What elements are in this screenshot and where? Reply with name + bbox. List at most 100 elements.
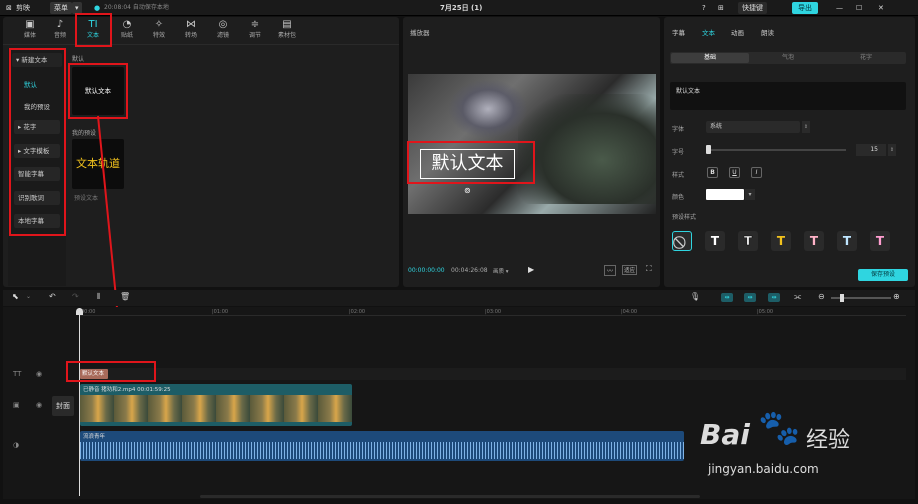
highlight-text-tab — [75, 13, 112, 47]
timeline-scrollbar[interactable] — [200, 495, 700, 498]
shortcut-button[interactable]: 快捷键 — [738, 2, 767, 14]
toolbar: ▣ 媒体 ♪ 音频 TI 文本 ◔ 贴纸 ✧ 特效 ⋈ 转场 ◎ 滤镜 ≑ 调节 ▤ 素材包 — [3, 17, 399, 45]
player-title: 播放器 — [410, 29, 430, 37]
color-dropdown-icon[interactable]: ▾ — [745, 189, 755, 200]
font-select[interactable]: 系统 — [706, 121, 800, 133]
effects-icon: ✧ — [154, 19, 164, 30]
audio-track-icon: ◑ — [13, 441, 20, 449]
tab-adjust[interactable]: ≑ 调节 — [241, 18, 269, 44]
audio-waveform — [80, 442, 684, 459]
adjust-icon: ≑ — [250, 19, 260, 30]
material-pack-icon: ▤ — [282, 19, 292, 30]
underline-button[interactable]: U — [729, 167, 740, 178]
preset-none-icon[interactable]: ⃠ — [672, 231, 692, 251]
select-tool-icon[interactable]: ⬉ — [12, 292, 19, 301]
zoom-in-icon[interactable]: ⊕ — [893, 292, 900, 301]
video-thumbnails — [80, 395, 352, 422]
waveform-icon[interactable]: 〰 — [604, 265, 617, 276]
maximize-icon[interactable]: ☐ — [856, 0, 862, 16]
preset-white-icon[interactable]: T — [705, 231, 725, 251]
audio-clip[interactable]: 流浪青年 — [80, 431, 684, 461]
preset-style-label: 预设样式 — [672, 214, 697, 221]
export-button[interactable]: 导出 — [792, 2, 818, 14]
filter-icon: ◎ — [218, 19, 228, 30]
ratio-button[interactable]: 适应 — [622, 265, 638, 275]
tick-0: 00:00 — [81, 309, 96, 315]
highlight-sidebar — [9, 48, 66, 236]
tick-2: |02:00 — [349, 309, 366, 315]
tab-filter[interactable]: ◎ 滤镜 — [209, 18, 237, 44]
video-clip-name: 已静音 猪劝和2.mp4 00:01:59:25 — [83, 387, 171, 393]
style-label: 样式 — [672, 172, 685, 179]
tab-material-pack[interactable]: ▤ 素材包 — [273, 18, 301, 44]
preset-pink-icon[interactable]: T — [804, 231, 824, 251]
select-tool-dropdown-icon[interactable]: ⌄ — [26, 293, 31, 300]
size-slider-track[interactable] — [706, 149, 846, 151]
layout-icon[interactable]: ⊞ — [718, 0, 724, 16]
tab-sticker[interactable]: ◔ 贴纸 — [113, 18, 141, 44]
tab-subtitle[interactable]: 字幕 — [672, 27, 685, 37]
italic-button[interactable]: I — [751, 167, 762, 178]
redo-icon[interactable]: ↷ — [72, 292, 79, 301]
rotate-handle-icon[interactable]: ⊚ — [464, 186, 471, 195]
tick-5: |05:00 — [757, 309, 774, 315]
subtab-basic[interactable]: 基础 — [671, 53, 749, 63]
cover-button[interactable]: 封面 — [52, 396, 74, 416]
size-label: 字号 — [672, 149, 685, 156]
video-clip[interactable]: 已静音 猪劝和2.mp4 00:01:59:25 — [80, 384, 352, 426]
preview-axis-icon[interactable]: ⇹ — [768, 293, 780, 302]
app-name: 剪映 — [16, 4, 30, 12]
zoom-slider-handle[interactable] — [840, 294, 844, 302]
bold-button[interactable]: B — [707, 167, 718, 178]
size-input[interactable]: 15 — [856, 144, 886, 156]
menu-button[interactable]: 菜单 — [50, 2, 72, 14]
video-track-audio-icon[interactable]: ◉ — [36, 401, 42, 409]
text-track — [80, 368, 906, 380]
total-time: 00:04:26:08 — [451, 267, 488, 274]
size-stepper-icon[interactable]: ⇕ — [888, 144, 896, 156]
subtab-bubble[interactable]: 气泡 — [749, 53, 827, 63]
color-swatch[interactable] — [706, 189, 744, 200]
split-icon[interactable]: ⫴ — [97, 292, 100, 302]
media-icon: ▣ — [25, 19, 35, 30]
app-logo-icon: ⊠ — [6, 4, 12, 12]
close-icon[interactable]: ✕ — [878, 0, 884, 16]
help-icon[interactable]: ? — [702, 0, 706, 16]
text-content-input[interactable]: 默认文本 — [670, 82, 906, 110]
watermark-brand-suffix: 经验 — [806, 428, 851, 453]
play-icon[interactable]: ▶ — [528, 265, 534, 274]
tab-effects[interactable]: ✧ 特效 — [145, 18, 173, 44]
tab-transition[interactable]: ⋈ 转场 — [177, 18, 205, 44]
highlight-preview-text — [407, 141, 535, 184]
minimize-icon[interactable]: — — [836, 0, 843, 16]
undo-icon[interactable]: ↶ — [49, 292, 56, 301]
auto-snap-icon[interactable]: ⇹ — [721, 293, 733, 302]
preset-yellow-icon[interactable]: T — [771, 231, 791, 251]
fullscreen-icon[interactable]: ⛶ — [646, 264, 652, 274]
font-stepper-icon[interactable]: ⇕ — [802, 121, 810, 133]
subtab-fancy[interactable]: 花字 — [827, 53, 905, 63]
preset-blue-icon[interactable]: T — [837, 231, 857, 251]
preset-magenta-icon[interactable]: T — [870, 231, 890, 251]
tab-inspector-text[interactable]: 文本 — [702, 27, 715, 37]
size-slider-handle[interactable] — [706, 145, 711, 154]
tab-animation[interactable]: 动画 — [731, 27, 744, 37]
tab-media[interactable]: ▣ 媒体 — [16, 18, 44, 44]
delete-icon[interactable]: 🗑 — [120, 292, 130, 301]
transition-icon: ⋈ — [186, 19, 196, 30]
video-track-icon: ▣ — [13, 401, 20, 409]
preset-outline-icon[interactable]: T — [738, 231, 758, 251]
magnet-icon[interactable]: ⫘ — [794, 292, 801, 302]
text-track-visibility-icon[interactable]: ◉ — [36, 370, 42, 378]
microphone-icon[interactable]: 🎙 — [690, 292, 700, 301]
link-icon[interactable]: ⇹ — [744, 293, 756, 302]
zoom-out-icon[interactable]: ⊖ — [818, 292, 825, 301]
playhead-handle[interactable] — [76, 308, 83, 315]
quality-select[interactable]: 画质 ▾ — [493, 267, 509, 275]
save-preset-button[interactable]: 保存预设 — [858, 269, 908, 281]
autosave-status: 20:08:04 自动保存本地 — [104, 4, 169, 11]
tab-audio[interactable]: ♪ 音频 — [46, 18, 74, 44]
section-default-title: 默认 — [72, 56, 85, 63]
preview-scene-foliage — [518, 94, 656, 204]
tab-read-aloud[interactable]: 朗读 — [761, 27, 774, 37]
